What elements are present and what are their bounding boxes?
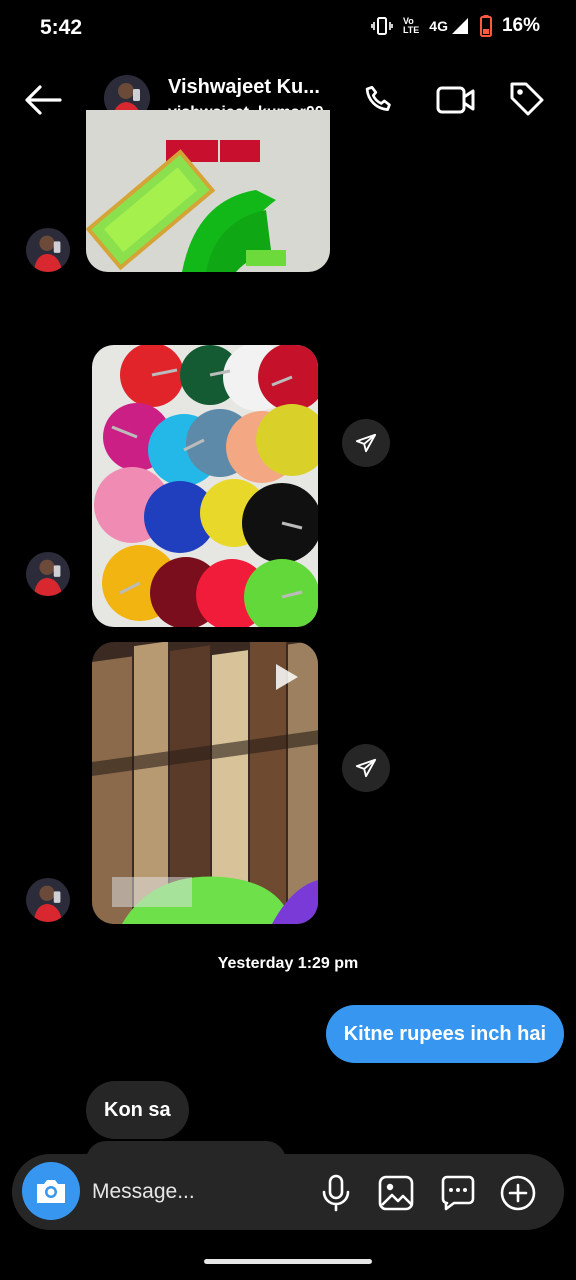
signal-icon (451, 18, 468, 34)
volte-indicator: Vo LTE (402, 16, 420, 35)
phone-icon[interactable] (362, 82, 398, 118)
outgoing-message-text: Kitne rupees inch hai (343, 1022, 546, 1045)
play-icon[interactable] (274, 662, 300, 692)
forward-icon (355, 433, 377, 453)
message-timestamp: Yesterday 1:29 pm (217, 955, 359, 972)
incoming-message[interactable]: Kon sa (86, 1081, 189, 1139)
message-input[interactable]: Message... (92, 1180, 195, 1204)
outgoing-message[interactable]: Kitne rupees inch hai (325, 1005, 564, 1063)
back-arrow-icon[interactable] (24, 84, 62, 116)
forward-button-1[interactable] (342, 419, 390, 467)
home-indicator[interactable] (204, 1259, 372, 1264)
microphone-icon[interactable] (320, 1174, 352, 1212)
contact-name[interactable]: Vishwajeet Ku... (168, 76, 320, 99)
shared-photo-2[interactable] (92, 345, 318, 627)
incoming-message-text: Kon sa (104, 1098, 171, 1121)
plus-icon[interactable] (500, 1175, 536, 1211)
camera-button[interactable] (22, 1162, 80, 1220)
network-type: 4G (429, 16, 470, 36)
vibrate-icon (371, 17, 393, 35)
status-icons: Vo LTE 4G 16% (371, 15, 540, 37)
sender-avatar[interactable] (26, 878, 70, 922)
battery-percent: 16% (501, 15, 540, 36)
tag-icon[interactable] (508, 80, 546, 118)
video-call-icon[interactable] (436, 83, 476, 117)
status-time: 5:42 (40, 16, 83, 39)
forward-button-2[interactable] (342, 744, 390, 792)
sender-avatar[interactable] (26, 552, 70, 596)
battery-icon (479, 15, 492, 37)
camera-icon (37, 1180, 65, 1203)
status-bar: 5:42 Vo LTE 4G 16% (0, 0, 576, 58)
shared-video[interactable] (92, 642, 318, 924)
sender-avatar[interactable] (26, 228, 70, 272)
gallery-icon[interactable] (378, 1175, 414, 1211)
shared-photo-1[interactable] (86, 110, 330, 272)
sticker-icon[interactable] (440, 1175, 476, 1211)
forward-icon (355, 758, 377, 778)
